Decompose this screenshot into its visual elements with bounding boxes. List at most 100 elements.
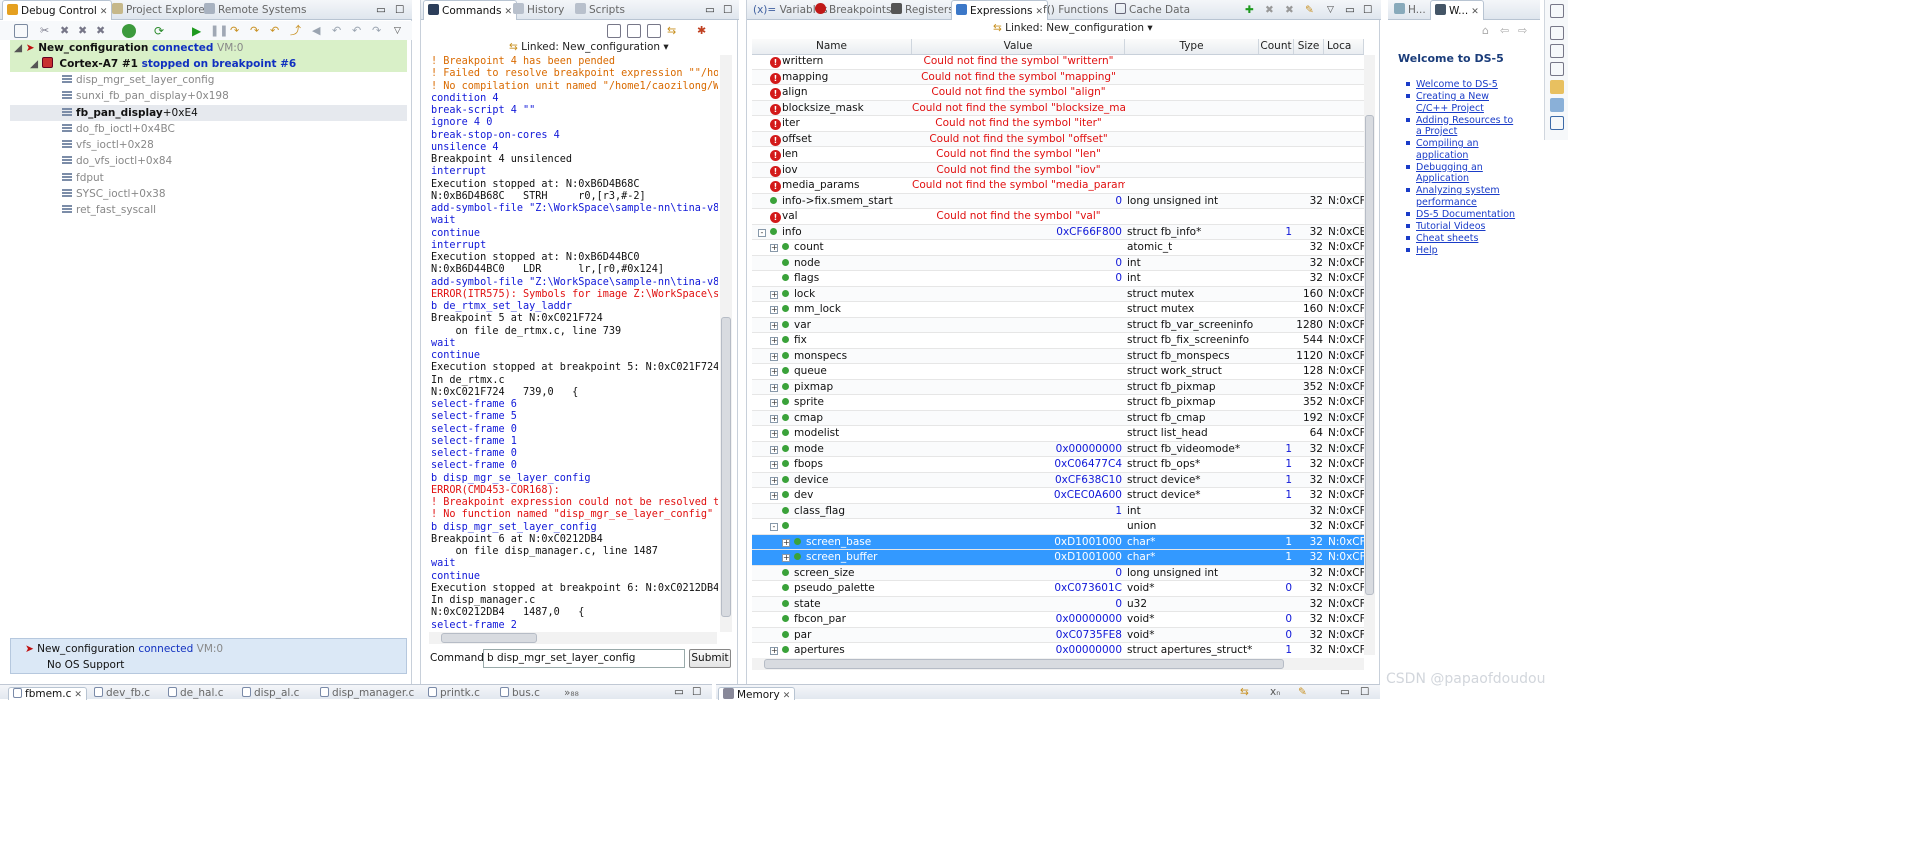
close-icon[interactable]: ✕ (783, 691, 791, 701)
reverse-step-icon[interactable]: ↶ (332, 24, 346, 38)
expression-row[interactable]: ! media_params Could not find the symbol "… (752, 178, 1364, 194)
reverse-step-over-icon[interactable]: ↶ (352, 24, 366, 38)
expression-value[interactable] (912, 349, 1122, 365)
expand-icon[interactable]: + (770, 445, 778, 454)
expression-row[interactable]: ! blocksize_mask Could not find the symbol… (752, 100, 1364, 116)
help-link[interactable]: DS-5 Documentation (1416, 209, 1515, 220)
remove-all-icon[interactable]: ✖ (1281, 0, 1298, 20)
settings-icon[interactable]: ✎ (1301, 0, 1318, 20)
expression-value[interactable]: 0xC0735FE8 (912, 628, 1122, 644)
tab-debug-control[interactable]: Debug Control ✕ (2, 0, 113, 20)
expression-row[interactable]: pseudo_palette 0xC073601C void* 0 32 N:0xCF (752, 581, 1364, 597)
expression-value[interactable]: 0x00000000 (912, 442, 1122, 458)
expand-icon[interactable]: + (770, 647, 778, 655)
expression-row[interactable]: ! val Could not find the symbol "val" (752, 209, 1364, 225)
expand-icon[interactable]: + (770, 337, 778, 345)
expression-row[interactable]: ! writtern Could not find the symbol "writ… (752, 54, 1364, 70)
expression-row[interactable]: screen_size 0 long unsigned int 32 N:0xCF (752, 565, 1364, 582)
tab-history[interactable]: History (509, 0, 568, 20)
view-menu-icon[interactable]: ▽ (1323, 0, 1338, 20)
expression-value[interactable]: 0xCF638C10 (912, 473, 1122, 489)
tree-config-row[interactable]: ◢ ➤ New_configuration connected VM:0 (10, 40, 407, 56)
expression-row[interactable]: - info 0xCF66F800 struct fb_info* 1 32 N:0xCE (752, 224, 1364, 241)
step-return-icon[interactable]: ↶ (270, 24, 284, 38)
column-location[interactable]: Loca (1324, 39, 1364, 54)
expand-icon[interactable]: + (770, 290, 778, 299)
expression-row[interactable]: + sprite struct fb_pixmap 352 N:0xCF (752, 395, 1364, 411)
expression-row[interactable]: + apertures 0x00000000 struct apertures_str… (752, 643, 1364, 659)
run-icon[interactable]: ▶ (192, 24, 206, 38)
view-menu-icon[interactable]: ▽ (394, 24, 408, 38)
stack-frame-row[interactable]: vfs_ioctl+0x28 (10, 137, 407, 153)
stack-frame-row[interactable]: fb_pan_display+0xE4 (10, 104, 407, 121)
help-link[interactable]: Analyzing system performance (1416, 185, 1500, 208)
column-count[interactable]: Count (1259, 39, 1294, 54)
panel-icon[interactable] (1550, 26, 1564, 40)
expression-value[interactable]: 0xD1001000 (912, 535, 1122, 551)
expression-value[interactable]: 0 (912, 566, 1122, 582)
memory-settings-icon[interactable]: ✎ (1294, 682, 1311, 702)
remove-all-icon[interactable]: ✖ (78, 24, 92, 38)
expression-row[interactable]: + queue struct work_struct 128 N:0xCF (752, 364, 1364, 380)
expression-row[interactable]: info->fix.smem_start 0 long unsigned int 32… (752, 193, 1364, 209)
tab-cache-data[interactable]: Cache Data (1111, 0, 1194, 20)
maximize-icon[interactable]: ☐ (688, 682, 705, 702)
expression-value[interactable] (912, 519, 1122, 535)
maximize-icon[interactable]: ☐ (719, 0, 736, 20)
expression-row[interactable]: + fix struct fb_fix_screeninfo 544 N:0xCF (752, 333, 1364, 349)
expression-row[interactable]: ! offset Could not find the symbol "offset… (752, 131, 1364, 147)
tab-memory[interactable]: Memory ✕ (718, 687, 796, 701)
maximize-icon[interactable]: ☐ (1356, 682, 1373, 702)
disconnect-icon[interactable]: ✂ (40, 24, 54, 38)
tab-registers[interactable]: Registers (887, 0, 958, 20)
expand-icon[interactable]: + (770, 383, 778, 392)
panel-icon[interactable] (1550, 44, 1564, 58)
editor-tab[interactable]: bus.c (496, 687, 544, 700)
tab-functions[interactable]: f() Functions (1039, 0, 1112, 20)
remove-expression-icon[interactable]: ✖ (1261, 0, 1278, 20)
expression-value[interactable]: 0xC06477C4 (912, 457, 1122, 473)
expression-value[interactable]: 0 (912, 256, 1122, 272)
view-menu-icon[interactable]: ✱ (697, 24, 711, 38)
expression-row[interactable]: ! iov Could not find the symbol "iov" (752, 162, 1364, 178)
expression-row[interactable]: + screen_base 0xD1001000 char* 1 32 N:0xCF (752, 534, 1364, 551)
editor-tab[interactable]: dev_fb.c (90, 687, 154, 700)
minimize-icon[interactable]: ▭ (670, 682, 688, 702)
expressions-vscroll[interactable] (1364, 55, 1375, 655)
terminate-icon[interactable]: ✖ (96, 24, 110, 38)
expand-icon[interactable]: + (770, 321, 778, 330)
forward-icon[interactable]: ⇨ (1518, 24, 1532, 38)
panel-icon[interactable] (1550, 98, 1564, 112)
expression-row[interactable]: + screen_buffer 0xD1001000 char* 1 32 N:0xCF (752, 550, 1364, 566)
collapse-icon[interactable]: - (758, 228, 766, 237)
panel-icon[interactable] (1550, 80, 1564, 94)
expression-value[interactable] (912, 287, 1122, 303)
help-link[interactable]: Adding Resources to a Project (1416, 115, 1513, 138)
step-back-icon[interactable]: ⤴ (290, 24, 304, 38)
help-link[interactable]: Creating a New C/C++ Project (1416, 91, 1489, 114)
reverse-return-icon[interactable]: ↷ (372, 24, 386, 38)
expression-row[interactable]: ! mapping Could not find the symbol "mappi… (752, 69, 1364, 85)
refresh-icon[interactable]: ⟳ (154, 24, 168, 38)
expression-value[interactable]: 0xCF66F800 (912, 225, 1122, 241)
help-link[interactable]: Cheat sheets (1416, 233, 1478, 244)
memory-tool-icon[interactable]: ⇆ (1236, 682, 1253, 702)
expand-icon[interactable]: + (770, 476, 778, 485)
commands-linked-label[interactable]: ⇆ Linked: New_configuration ▾ (509, 41, 669, 53)
help-link[interactable]: Welcome to DS-5 (1416, 79, 1498, 90)
column-type[interactable]: Type (1125, 39, 1259, 54)
expand-icon[interactable]: + (782, 538, 790, 547)
tab-expressions[interactable]: Expressions ✕ (951, 0, 1049, 20)
expression-value[interactable]: 0x00000000 (912, 612, 1122, 628)
expression-row[interactable]: + mm_lock struct mutex 160 N:0xCF (752, 302, 1364, 318)
expression-row[interactable]: + count atomic_t 32 N:0xCF (752, 240, 1364, 256)
stack-frame-row[interactable]: fdput (10, 170, 407, 186)
expression-row[interactable]: - union 32 N:0xCF (752, 519, 1364, 535)
expression-row[interactable]: state 0 u32 32 N:0xCF (752, 596, 1364, 612)
expand-icon[interactable]: + (770, 244, 778, 252)
pause-icon[interactable]: ❚❚ (210, 24, 228, 38)
command-input[interactable]: b disp_mgr_set_layer_config (483, 649, 685, 668)
editor-tab[interactable]: de_hal.c (164, 687, 228, 700)
scroll-thumb[interactable] (721, 317, 731, 617)
help-link[interactable]: Debugging an Application (1416, 162, 1483, 185)
